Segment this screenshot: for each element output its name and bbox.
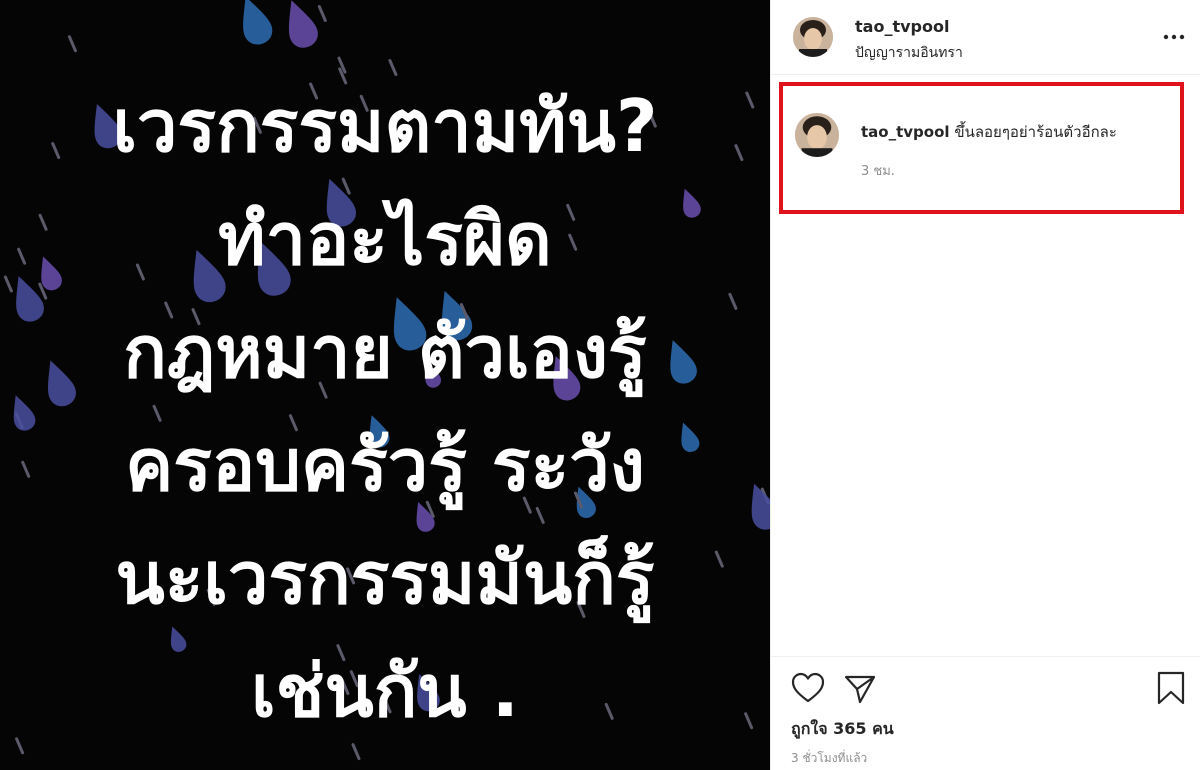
post-actions: ถูกใจ 365 คน 3 ชั่วโมงที่แล้ว bbox=[771, 656, 1200, 770]
post-side-panel: tao_tvpool ปัญญารามอินทรา tao_tvpool ขึ้… bbox=[770, 0, 1200, 770]
highlighted-comment: tao_tvpool ขึ้นลอยๆอย่าร้อนตัวอีกละ 3 ชม… bbox=[779, 82, 1184, 214]
avatar-image bbox=[795, 113, 839, 157]
rain-streak bbox=[67, 35, 77, 53]
heart-icon[interactable] bbox=[791, 672, 825, 704]
post-timestamp[interactable]: 3 ชั่วโมงที่แล้ว bbox=[791, 749, 867, 768]
post-header: tao_tvpool ปัญญารามอินทรา bbox=[771, 0, 1200, 75]
post-text-line: ครอบครัวรู้ ระวัง bbox=[125, 423, 645, 507]
avatar[interactable] bbox=[793, 17, 833, 57]
header-location[interactable]: ปัญญารามอินทรา bbox=[855, 42, 963, 64]
post-text-line: เช่นกัน . bbox=[251, 649, 519, 733]
rain-streak bbox=[317, 5, 327, 22]
more-horizontal-icon[interactable] bbox=[1161, 27, 1187, 47]
comment-text: tao_tvpool ขึ้นลอยๆอย่าร้อนตัวอีกละ bbox=[861, 120, 1117, 144]
post-text-line: กฎหมาย ตัวเองรู้ bbox=[123, 310, 647, 394]
likes-count[interactable]: ถูกใจ 365 คน bbox=[791, 717, 894, 742]
avatar[interactable] bbox=[795, 113, 839, 157]
post-image: เวรกรรมตามทัน? ทำอะไรผิด กฎหมาย ตัวเองรู… bbox=[0, 0, 770, 770]
post-text-line: เวรกรรมตามทัน? bbox=[112, 84, 658, 168]
paper-plane-icon[interactable] bbox=[843, 673, 877, 705]
comment-time[interactable]: 3 ชม. bbox=[861, 160, 895, 181]
comment-username[interactable]: tao_tvpool bbox=[861, 123, 950, 141]
avatar-image bbox=[793, 17, 833, 57]
raindrop-shape bbox=[288, 0, 318, 48]
raindrop-shape bbox=[243, 0, 273, 45]
bookmark-icon[interactable] bbox=[1155, 671, 1187, 705]
post-text-line: นะเวรกรรมมันก็รู้ bbox=[115, 536, 655, 620]
comment-body: ขึ้นลอยๆอย่าร้อนตัวอีกละ bbox=[954, 123, 1117, 141]
header-username[interactable]: tao_tvpool bbox=[855, 17, 949, 36]
post-text-line: ทำอะไรผิด bbox=[218, 197, 552, 281]
post-image-text: เวรกรรมตามทัน? ทำอะไรผิด กฎหมาย ตัวเองรู… bbox=[0, 70, 770, 748]
